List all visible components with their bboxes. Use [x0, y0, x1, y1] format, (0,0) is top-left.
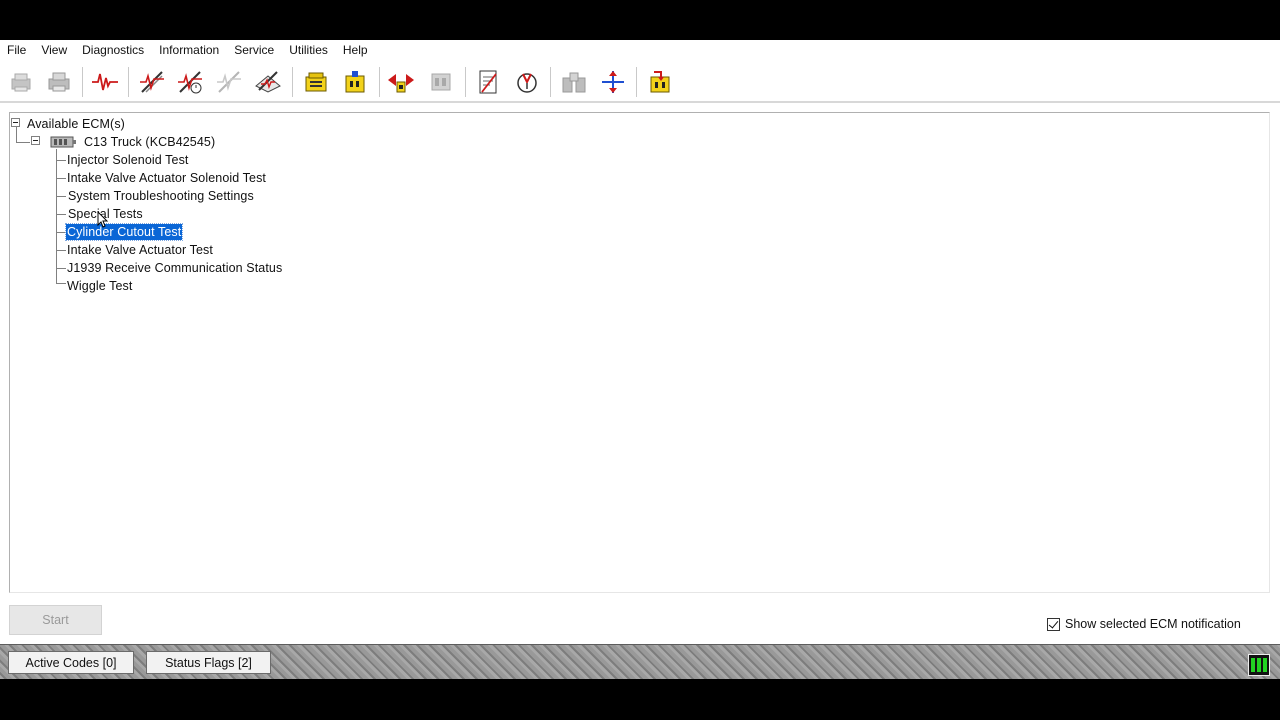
- connect-icon[interactable]: [598, 67, 628, 97]
- tree-ecm-c13-truck[interactable]: C13 Truck (KCB42545): [84, 134, 215, 150]
- toolbar: [0, 61, 1280, 103]
- menu-file[interactable]: File: [0, 40, 34, 60]
- menu-service[interactable]: Service: [227, 40, 282, 60]
- status-bar: Active Codes [0] Status Flags [2]: [0, 644, 1280, 679]
- diagnostic-tests-icon[interactable]: [253, 67, 283, 97]
- tree-root-available-ecms[interactable]: Available ECM(s): [27, 116, 125, 132]
- active-codes-button[interactable]: Active Codes [0]: [8, 651, 134, 674]
- status-waveform-icon[interactable]: [90, 67, 120, 97]
- clear-events-icon[interactable]: [214, 67, 244, 97]
- app-window: File View Diagnostics Information Servic…: [0, 40, 1280, 679]
- calibration-icon[interactable]: [340, 67, 370, 97]
- menu-utilities[interactable]: Utilities: [282, 40, 336, 60]
- print-preview-icon[interactable]: [6, 67, 36, 97]
- mouse-cursor-icon: [97, 210, 109, 234]
- connection-status-icon: [1248, 654, 1270, 676]
- start-button[interactable]: Start: [9, 605, 102, 635]
- tree-item-injector-solenoid-test[interactable]: Injector Solenoid Test: [67, 152, 189, 168]
- tree-item-cylinder-cutout-test[interactable]: Cylinder Cutout Test: [64, 223, 184, 241]
- tree-item-wiggle-test[interactable]: Wiggle Test: [67, 278, 132, 294]
- active-diagnostics-icon[interactable]: [137, 67, 167, 97]
- data-log-icon[interactable]: [473, 67, 503, 97]
- menu-view[interactable]: View: [34, 40, 75, 60]
- flash-icon[interactable]: [645, 67, 675, 97]
- print-icon[interactable]: [44, 67, 74, 97]
- collapse-ecm-icon[interactable]: [31, 136, 40, 145]
- tree-item-system-troubleshooting-settings[interactable]: System Troubleshooting Settings: [68, 188, 254, 204]
- ecm-compare-icon[interactable]: [386, 67, 416, 97]
- ecm-replacement-icon[interactable]: [559, 67, 589, 97]
- tree-item-intake-valve-actuator-solenoid-test[interactable]: Intake Valve Actuator Solenoid Test: [67, 170, 266, 186]
- status-flags-button[interactable]: Status Flags [2]: [146, 651, 271, 674]
- show-ecm-notification-checkbox[interactable]: [1047, 617, 1060, 631]
- menu-bar: File View Diagnostics Information Servic…: [0, 40, 1280, 60]
- logged-events-icon[interactable]: [175, 67, 205, 97]
- product-status-icon[interactable]: [512, 67, 542, 97]
- ecm-summary-icon[interactable]: [426, 67, 456, 97]
- menu-information[interactable]: Information: [152, 40, 227, 60]
- collapse-root-icon[interactable]: [11, 118, 20, 127]
- ecm-tree-view[interactable]: Available ECM(s) C13 Truck (KCB42545) In…: [9, 112, 1270, 593]
- show-ecm-notification-label: Show selected ECM notification: [1065, 617, 1241, 631]
- show-ecm-notification-option[interactable]: Show selected ECM notification: [1047, 617, 1241, 631]
- configuration-icon[interactable]: [301, 67, 331, 97]
- menu-diagnostics[interactable]: Diagnostics: [75, 40, 152, 60]
- tree-item-intake-valve-actuator-test[interactable]: Intake Valve Actuator Test: [67, 242, 213, 258]
- tree-item-j1939-receive-communication-status[interactable]: J1939 Receive Communication Status: [67, 260, 282, 276]
- menu-help[interactable]: Help: [336, 40, 376, 60]
